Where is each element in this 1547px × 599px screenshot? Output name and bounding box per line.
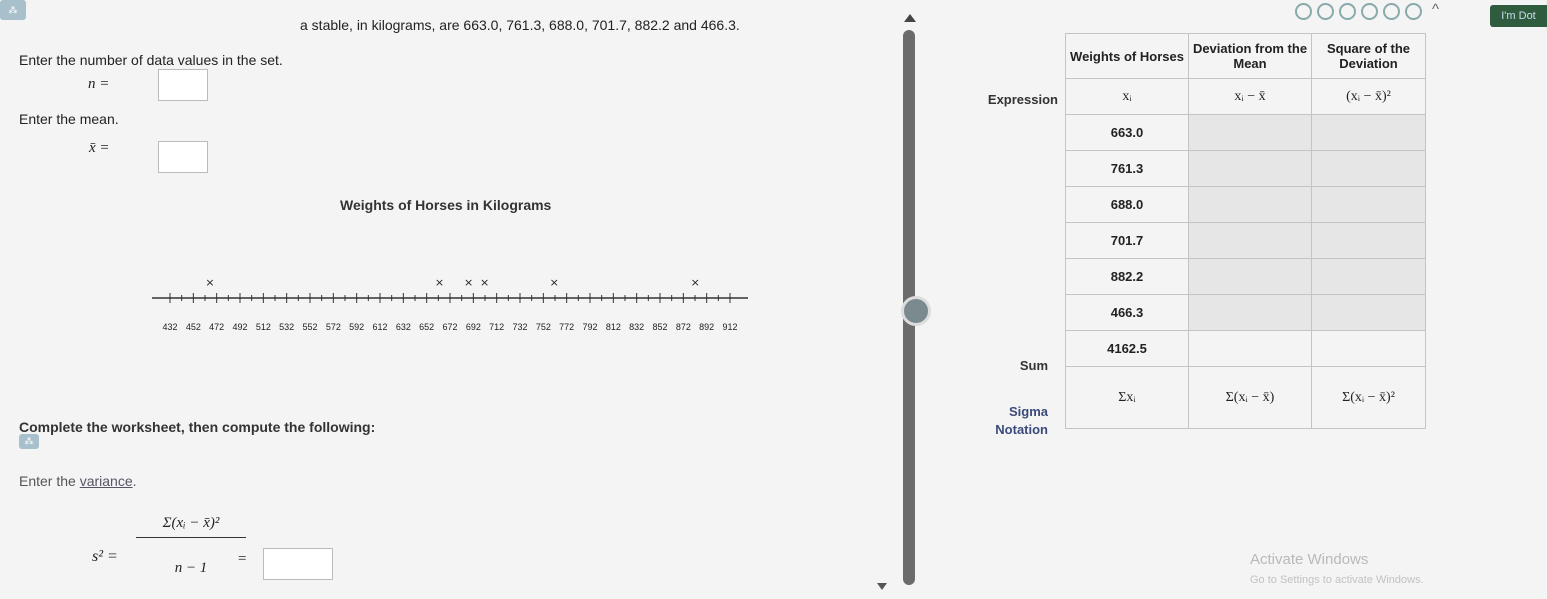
progress-circle-icon[interactable] <box>1361 3 1378 20</box>
square-input[interactable] <box>1311 114 1426 151</box>
tick-label: 872 <box>676 322 691 332</box>
progress-circle-icon[interactable] <box>1339 3 1356 20</box>
data-point: × <box>480 276 489 289</box>
expr-xi: xᵢ <box>1065 78 1189 115</box>
tick-label: 632 <box>396 322 411 332</box>
deviation-input[interactable] <box>1188 258 1312 295</box>
deviation-input[interactable] <box>1188 150 1312 187</box>
progress-circles <box>1295 3 1427 25</box>
weight-cell: 688.0 <box>1065 186 1189 223</box>
data-point: × <box>464 276 473 289</box>
variance-denominator: n − 1 <box>174 560 208 576</box>
tick-label: 692 <box>466 322 481 332</box>
caret-up-icon[interactable]: ^ <box>1432 1 1439 18</box>
variance-equals: = <box>237 551 248 567</box>
scroll-down-icon[interactable] <box>877 583 887 590</box>
tick-label: 532 <box>279 322 294 332</box>
n-input[interactable] <box>158 69 208 101</box>
tick-label: 672 <box>442 322 457 332</box>
data-point: × <box>550 276 559 289</box>
tick-label: 472 <box>209 322 224 332</box>
tick-label: 732 <box>512 322 527 332</box>
tick-label: 812 <box>606 322 621 332</box>
im-done-button[interactable]: I'm Dot <box>1490 5 1547 27</box>
sigma-notation-label: Sigma Notation <box>995 404 1048 437</box>
problem-statement: a stable, in kilograms, are 663.0, 761.3… <box>300 17 740 33</box>
tick-label: 892 <box>699 322 714 332</box>
n-label: n = <box>88 76 110 92</box>
deviation-input[interactable] <box>1188 294 1312 331</box>
tick-label: 792 <box>582 322 597 332</box>
weight-cell: 663.0 <box>1065 114 1189 151</box>
tick-label: 832 <box>629 322 644 332</box>
progress-circle-icon[interactable] <box>1317 3 1334 20</box>
header-deviation: Deviation from the Mean <box>1188 33 1312 79</box>
sum-label: Sum <box>1019 358 1048 373</box>
help-icon[interactable]: ⁂ <box>0 0 26 20</box>
worksheet-table: Weights of Horses Deviation from the Mea… <box>1065 33 1426 429</box>
tick-label: 432 <box>162 322 177 332</box>
data-point: × <box>691 276 700 289</box>
mean-input[interactable] <box>158 141 208 173</box>
info-icon[interactable]: ⁂ <box>19 434 39 449</box>
expr-deviation: xᵢ − x̄ <box>1188 78 1312 115</box>
tick-label: 712 <box>489 322 504 332</box>
deviation-input[interactable] <box>1188 114 1312 151</box>
complete-instruction: Complete the worksheet, then compute the… <box>19 419 376 435</box>
tick-label: 752 <box>536 322 551 332</box>
activate-windows-title: Activate Windows <box>1250 551 1369 568</box>
sigma-xi: Σxᵢ <box>1065 366 1189 429</box>
sigma-deviation: Σ(xᵢ − x̄) <box>1188 366 1312 429</box>
square-input[interactable] <box>1311 258 1426 295</box>
variance-numerator: Σ(xᵢ − x̄)² <box>136 515 246 538</box>
expression-label: Expression <box>987 92 1058 107</box>
dot-plot: 432 452 472 492 512 532 552 572 592 612 632 652 672 6… <box>152 276 748 332</box>
deviation-input[interactable] <box>1188 222 1312 259</box>
square-input[interactable] <box>1311 222 1426 259</box>
variance-lhs: s² = <box>92 548 118 565</box>
tick-label: 572 <box>326 322 341 332</box>
tick-label: 852 <box>652 322 667 332</box>
tick-label: 552 <box>302 322 317 332</box>
progress-circle-icon[interactable] <box>1383 3 1400 20</box>
tick-label: 452 <box>186 322 201 332</box>
scroll-up-icon[interactable] <box>904 14 916 22</box>
divider-handle[interactable] <box>901 296 931 326</box>
mean-prompt: Enter the mean. <box>19 111 119 127</box>
n-prompt: Enter the number of data values in the s… <box>19 52 283 68</box>
tick-label: 652 <box>419 322 434 332</box>
weight-cell: 466.3 <box>1065 294 1189 331</box>
square-input[interactable] <box>1311 150 1426 187</box>
variance-prompt: Enter the variance. <box>19 473 137 489</box>
variance-link[interactable]: variance <box>80 473 133 489</box>
tick-label: 492 <box>232 322 247 332</box>
data-point: × <box>205 276 214 289</box>
deviation-sum-input[interactable] <box>1188 330 1312 367</box>
square-input[interactable] <box>1311 186 1426 223</box>
header-weights: Weights of Horses <box>1065 33 1189 79</box>
sum-value: 4162.5 <box>1065 330 1189 367</box>
header-square-deviation: Square of the Deviation <box>1311 33 1426 79</box>
tick-label: 612 <box>372 322 387 332</box>
expr-square: (xᵢ − x̄)² <box>1311 78 1426 115</box>
tick-label: 512 <box>256 322 271 332</box>
square-input[interactable] <box>1311 294 1426 331</box>
variance-input[interactable] <box>263 548 333 580</box>
tick-label: 772 <box>559 322 574 332</box>
sigma-square: Σ(xᵢ − x̄)² <box>1311 366 1426 429</box>
progress-circle-icon[interactable] <box>1405 3 1422 20</box>
activate-windows-subtitle: Go to Settings to activate Windows. <box>1250 574 1424 586</box>
mean-label: x̄ = <box>89 140 110 156</box>
progress-circle-icon[interactable] <box>1295 3 1312 20</box>
weight-cell: 882.2 <box>1065 258 1189 295</box>
weight-cell: 761.3 <box>1065 150 1189 187</box>
data-point: × <box>435 276 444 289</box>
tick-label: 592 <box>349 322 364 332</box>
square-sum-input[interactable] <box>1311 330 1426 367</box>
chart-title: Weights of Horses in Kilograms <box>340 197 552 213</box>
deviation-input[interactable] <box>1188 186 1312 223</box>
weight-cell: 701.7 <box>1065 222 1189 259</box>
tick-label: 912 <box>722 322 737 332</box>
